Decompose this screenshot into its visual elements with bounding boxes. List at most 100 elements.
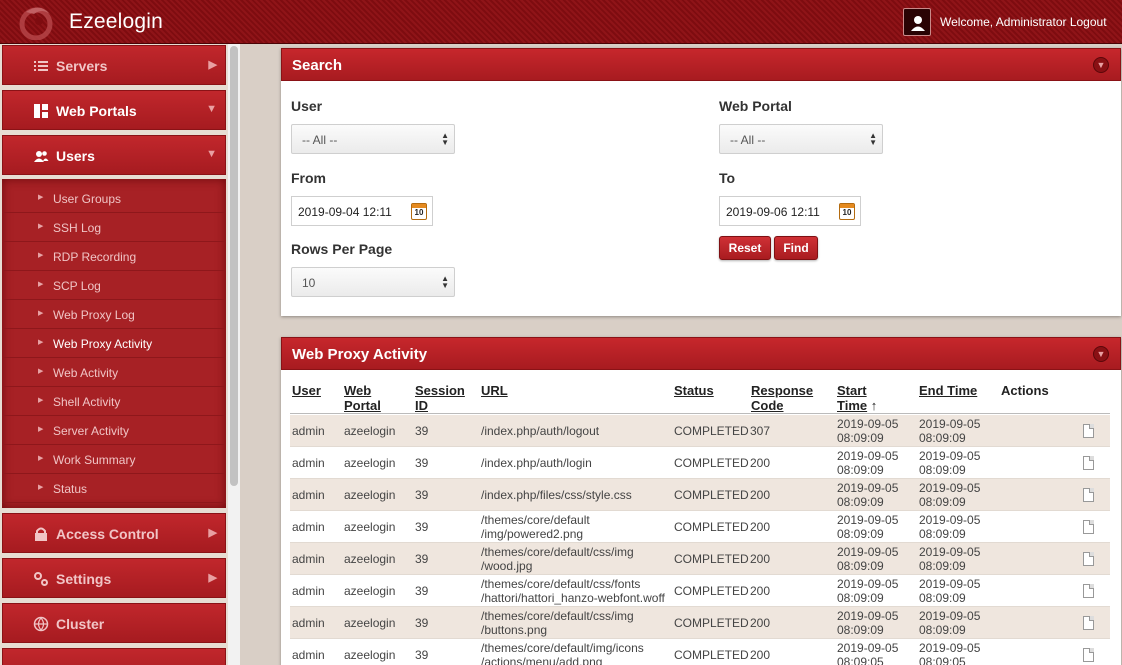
user-select-value: -- All -- — [302, 133, 338, 147]
view-document-icon[interactable] — [1083, 520, 1094, 534]
view-document-icon[interactable] — [1083, 616, 1094, 630]
nav-web-portals[interactable]: Web Portals ▼ — [2, 90, 226, 130]
sidebar-item-shell-activity[interactable]: ▶ Shell Activity — [2, 387, 226, 416]
view-document-icon[interactable] — [1083, 488, 1094, 502]
to-date-input[interactable]: 2019-09-06 12:11 10 — [719, 196, 861, 226]
column-header-status[interactable]: Status — [674, 383, 714, 398]
cell-user-text: admin — [292, 616, 325, 630]
column-header-web-portal-line2: Portal — [344, 398, 381, 413]
bullet-arrow-icon: ▶ — [38, 426, 44, 433]
sidebar-item-label: Server Activity — [53, 424, 130, 438]
sidebar-item-work-summary[interactable]: ▶ Work Summary — [2, 445, 226, 474]
cell-user-text: admin — [292, 520, 325, 534]
from-date-input[interactable]: 2019-09-04 12:11 10 — [291, 196, 433, 226]
cell-start-time-text: 08:09:09 — [837, 559, 884, 573]
nav-settings[interactable]: Settings ▶ — [2, 558, 226, 598]
cell-start-time: 2019-09-05 08:09:09 — [837, 481, 898, 509]
cell-url: /index.php/auth/logout — [481, 424, 599, 438]
app-brand[interactable]: Ezeelogin — [69, 10, 163, 34]
find-button[interactable]: Find — [774, 236, 818, 260]
table-row[interactable]: admin azeelogin 39/themes/core/default/img… — [290, 511, 1110, 543]
nav-cluster[interactable]: Cluster — [2, 603, 226, 643]
nav-servers[interactable]: Servers ▶ — [2, 45, 226, 85]
cell-response-code: 200 — [750, 488, 770, 502]
cell-response-code-text: 200 — [750, 552, 771, 566]
column-header-web-portal[interactable]: Web Portal — [344, 383, 381, 413]
top-bar: Ezeelogin Welcome, Administrator Logout — [0, 0, 1122, 44]
welcome-logout-link[interactable]: Welcome, Administrator Logout — [940, 15, 1107, 29]
calendar-icon[interactable]: 10 — [411, 203, 427, 220]
cell-end-time: 2019-09-05 08:09:09 — [919, 481, 980, 509]
to-label: To — [719, 170, 736, 186]
sidebar-item-label: Web Activity — [53, 366, 119, 380]
cell-response-code-text: 200 — [750, 648, 771, 662]
view-document-icon[interactable] — [1083, 552, 1094, 566]
collapse-chevron-icon[interactable]: ▼ — [1093, 57, 1109, 73]
sidebar-item-server-activity[interactable]: ▶ Server Activity — [2, 416, 226, 445]
cell-status-text: COMPLETED — [674, 520, 749, 534]
table-row[interactable]: admin azeelogin 39/themes/core/default/css… — [290, 575, 1110, 607]
ezeelogin-logo-icon[interactable] — [16, 4, 56, 40]
table-row[interactable]: admin azeelogin 39/themes/core/default/css… — [290, 607, 1110, 639]
nav-users[interactable]: Users ▼ — [2, 135, 226, 175]
cell-user: admin — [292, 456, 325, 470]
sidebar-item-scp-log[interactable]: ▶ SCP Log — [2, 271, 226, 300]
cell-session-id: 39 — [415, 552, 428, 566]
user-select[interactable]: -- All -- ▲ ▼ — [291, 124, 455, 154]
collapse-chevron-icon[interactable]: ▼ — [1093, 346, 1109, 362]
sidebar-item-status[interactable]: ▶ Status — [2, 474, 226, 503]
activity-panel-title: Web Proxy Activity — [292, 346, 428, 363]
activity-panel-header: Web Proxy Activity ▼ — [281, 337, 1121, 370]
chevron-down-icon: ▼ — [206, 103, 217, 115]
cell-session-id: 39 — [415, 424, 428, 438]
table-row[interactable]: admin azeelogin 39/index.php/auth/login COM… — [290, 447, 1110, 479]
cell-end-time-text: 08:09:09 — [919, 559, 966, 573]
sidebar-item-label: RDP Recording — [53, 250, 137, 264]
column-header-web-portal-line1: Web — [344, 383, 372, 398]
column-header-response-code[interactable]: Response Code — [751, 383, 813, 413]
column-header-end-time[interactable]: End Time — [919, 383, 977, 398]
cell-start-time-text: 08:09:05 — [837, 655, 884, 665]
user-avatar-icon[interactable] — [903, 8, 931, 36]
cell-web-portal-text: azeelogin — [344, 488, 396, 502]
cell-web-portal: azeelogin — [344, 616, 395, 630]
rows-per-page-label: Rows Per Page — [291, 241, 393, 257]
sidebar-item-web-proxy-log[interactable]: ▶ Web Proxy Log — [2, 300, 226, 329]
cell-end-time-text: 08:09:09 — [919, 495, 966, 509]
globe-icon — [33, 616, 49, 632]
sidebar-scrollbar-thumb[interactable] — [230, 46, 238, 486]
view-document-icon[interactable] — [1083, 584, 1094, 598]
bullet-arrow-icon: ▶ — [38, 223, 44, 230]
column-header-session-id[interactable]: Session ID — [415, 383, 465, 413]
nav-next-item[interactable] — [2, 648, 226, 665]
cell-end-time-text: 08:09:09 — [919, 463, 966, 477]
cell-url: /themes/core/default/img/icons/actions/m… — [481, 641, 644, 665]
sidebar-item-web-proxy-activity[interactable]: ▶ Web Proxy Activity — [2, 329, 226, 358]
view-document-icon[interactable] — [1083, 648, 1094, 662]
column-header-user[interactable]: User — [292, 383, 321, 398]
cell-start-time-text: 2019-09-05 — [837, 545, 899, 559]
table-row[interactable]: admin azeelogin 39/index.php/auth/logout CO… — [290, 415, 1110, 447]
sidebar-item-web-activity[interactable]: ▶ Web Activity — [2, 358, 226, 387]
column-header-url[interactable]: URL — [481, 383, 508, 398]
cell-response-code: 200 — [750, 616, 770, 630]
bullet-arrow-icon: ▶ — [38, 484, 44, 491]
reset-button[interactable]: Reset — [719, 236, 771, 260]
table-row[interactable]: admin azeelogin 39/themes/core/default/img… — [290, 639, 1110, 665]
web-portal-select-value: -- All -- — [730, 133, 766, 147]
rows-per-page-select[interactable]: 10 ▲ ▼ — [291, 267, 455, 297]
sidebar-item-ssh-log[interactable]: ▶ SSH Log — [2, 213, 226, 242]
table-row[interactable]: admin azeelogin 39/index.php/files/css/sty… — [290, 479, 1110, 511]
column-header-start-time[interactable]: Start Time ↑ — [837, 383, 877, 413]
cell-response-code: 200 — [750, 584, 770, 598]
web-portal-select[interactable]: -- All -- ▲ ▼ — [719, 124, 883, 154]
sidebar-item-rdp-recording[interactable]: ▶ RDP Recording — [2, 242, 226, 271]
table-row[interactable]: admin azeelogin 39/themes/core/default/css… — [290, 543, 1110, 575]
nav-access-control[interactable]: Access Control ▶ — [2, 513, 226, 553]
sidebar-item-user-groups[interactable]: ▶ User Groups — [2, 184, 226, 213]
view-document-icon[interactable] — [1083, 424, 1094, 438]
cell-url-text: /img/powered2.png — [481, 527, 584, 541]
calendar-icon[interactable]: 10 — [839, 203, 855, 220]
from-label: From — [291, 170, 326, 186]
view-document-icon[interactable] — [1083, 456, 1094, 470]
